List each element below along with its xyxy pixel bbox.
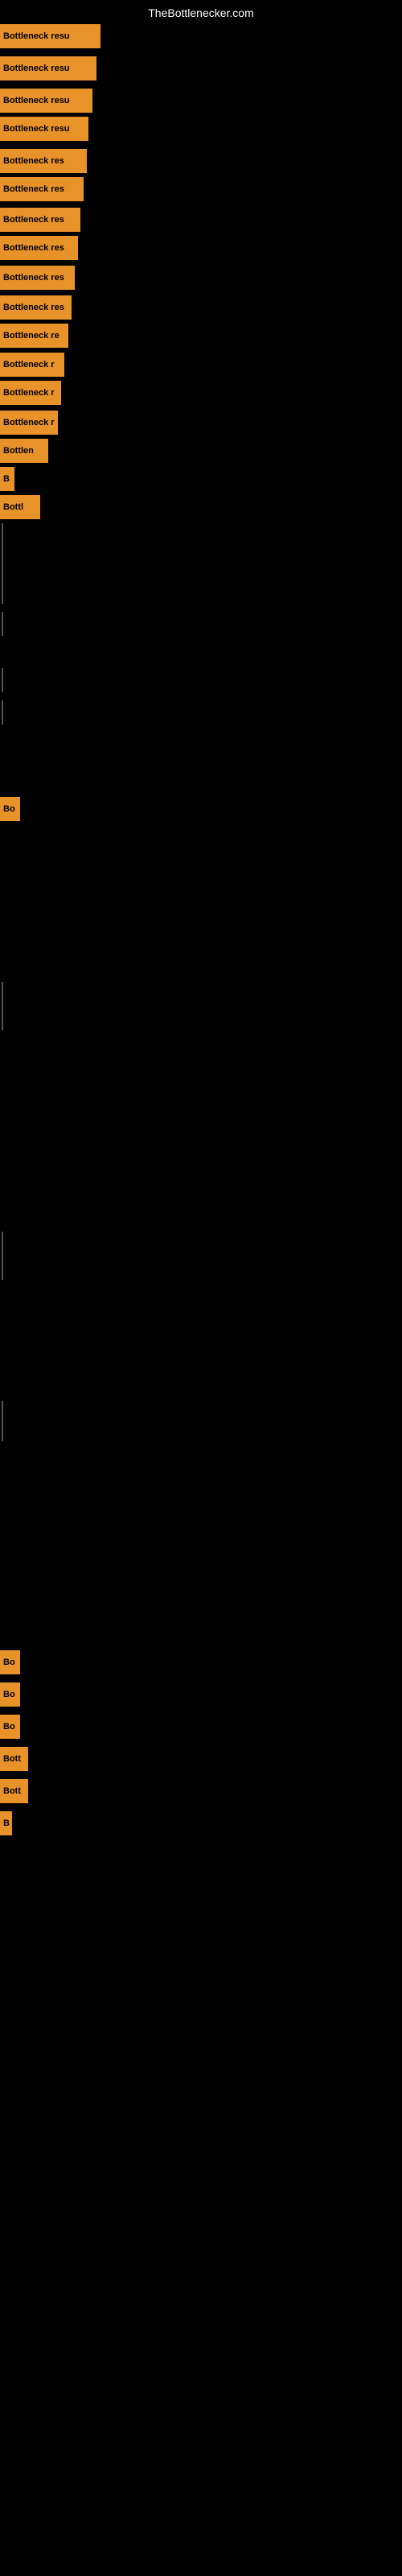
- bar-label-28: B: [3, 1818, 10, 1828]
- bottleneck-bar-9: Bottleneck res: [0, 295, 72, 320]
- bar-label-6: Bottleneck res: [3, 215, 64, 225]
- vertical-line-3: [2, 1232, 3, 1256]
- bar-label-15: B: [3, 474, 10, 484]
- vertical-tick-20: [2, 1006, 3, 1030]
- bar-label-23: Bo: [3, 1657, 15, 1667]
- bar-label-9: Bottleneck res: [3, 303, 64, 312]
- site-title: TheBottlenecker.com: [148, 6, 254, 19]
- bottleneck-bar-7: Bottleneck res: [0, 236, 78, 260]
- bottleneck-bar-8: Bottleneck res: [0, 266, 75, 290]
- bar-label-24: Bo: [3, 1690, 15, 1699]
- bottleneck-bar-15: B: [0, 467, 14, 491]
- bottleneck-bar-2: Bottleneck resu: [0, 89, 92, 113]
- bottleneck-bar-19: Bo: [0, 797, 20, 821]
- bar-label-8: Bottleneck res: [3, 273, 64, 283]
- bar-label-25: Bo: [3, 1722, 15, 1732]
- bar-label-13: Bottleneck r: [3, 418, 55, 427]
- bottleneck-bar-6: Bottleneck res: [0, 208, 80, 232]
- bar-label-19: Bo: [3, 804, 15, 814]
- bottleneck-bar-24: Bo: [0, 1682, 20, 1707]
- bar-label-5: Bottleneck res: [3, 184, 64, 194]
- bottleneck-bar-10: Bottleneck re: [0, 324, 68, 348]
- bar-label-4: Bottleneck res: [3, 156, 64, 166]
- bottleneck-bar-25: Bo: [0, 1715, 20, 1739]
- bar-label-14: Bottlen: [3, 446, 34, 456]
- vertical-line-1: [2, 668, 3, 692]
- bar-label-10: Bottleneck re: [3, 331, 59, 341]
- bar-label-3: Bottleneck resu: [3, 124, 70, 134]
- bottleneck-bar-0: Bottleneck resu: [0, 24, 100, 48]
- bar-label-7: Bottleneck res: [3, 243, 64, 253]
- vertical-tick-18: [2, 700, 3, 724]
- bottleneck-bar-5: Bottleneck res: [0, 177, 84, 201]
- vertical-line-0: [2, 523, 3, 604]
- vertical-line-4: [2, 1401, 3, 1425]
- bottleneck-bar-4: Bottleneck res: [0, 149, 87, 173]
- bottleneck-bar-16: Bottl: [0, 495, 40, 519]
- bottleneck-bar-23: Bo: [0, 1650, 20, 1674]
- bottleneck-bar-11: Bottleneck r: [0, 353, 64, 377]
- bar-label-12: Bottleneck r: [3, 388, 55, 398]
- bar-label-2: Bottleneck resu: [3, 96, 70, 105]
- bar-label-0: Bottleneck resu: [3, 31, 70, 41]
- bottleneck-bar-26: Bott: [0, 1747, 28, 1771]
- bar-label-16: Bottl: [3, 502, 23, 512]
- bar-label-27: Bott: [3, 1786, 21, 1796]
- bottleneck-bar-27: Bott: [0, 1779, 28, 1803]
- bar-label-26: Bott: [3, 1754, 21, 1764]
- bottleneck-bar-28: B: [0, 1811, 12, 1835]
- bar-label-11: Bottleneck r: [3, 360, 55, 369]
- bottleneck-bar-13: Bottleneck r: [0, 411, 58, 435]
- bottleneck-bar-12: Bottleneck r: [0, 381, 61, 405]
- vertical-line-2: [2, 982, 3, 1006]
- bar-label-1: Bottleneck resu: [3, 64, 70, 73]
- bottleneck-bar-14: Bottlen: [0, 439, 48, 463]
- vertical-tick-17: [2, 612, 3, 636]
- bottleneck-bar-3: Bottleneck resu: [0, 117, 88, 141]
- bottleneck-bar-1: Bottleneck resu: [0, 56, 96, 80]
- vertical-tick-21: [2, 1256, 3, 1280]
